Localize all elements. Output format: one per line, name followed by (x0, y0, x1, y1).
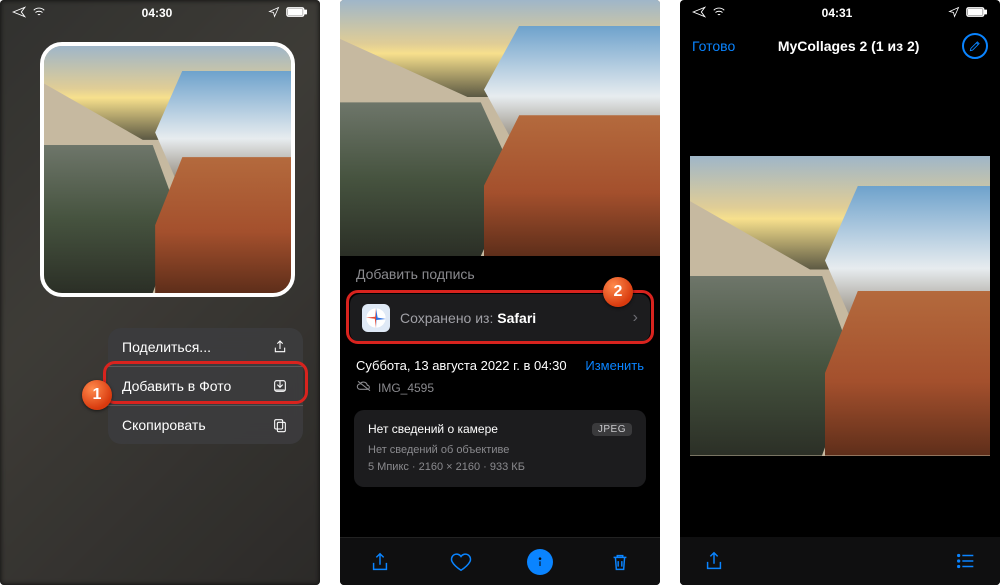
date-row: Суббота, 13 августа 2022 г. в 04:30 Изме… (340, 348, 660, 375)
saved-from-row[interactable]: Сохранено из: Safari › (350, 294, 650, 342)
toolbar-favorite-button[interactable] (447, 548, 475, 576)
menu-label: Скопировать (122, 417, 206, 433)
markup-button[interactable] (962, 33, 988, 59)
status-time: 04:30 (46, 6, 268, 20)
cloud-off-icon (356, 379, 372, 396)
filename-row: IMG_4595 (340, 375, 660, 406)
lens-info: Нет сведений об объективе (368, 442, 632, 459)
filename-text: IMG_4595 (378, 381, 434, 395)
edit-date-button[interactable]: Изменить (585, 358, 644, 373)
file-title: MyCollages 2 (1 из 2) (778, 38, 920, 54)
nav-bar: Готово MyCollages 2 (1 из 2) (680, 26, 1000, 66)
battery-icon (286, 6, 308, 21)
toolbar-delete-button[interactable] (606, 548, 634, 576)
chevron-right-icon: › (633, 309, 638, 327)
saved-from-text: Сохранено из: Safari (400, 310, 623, 326)
wifi-icon (32, 5, 46, 22)
preview-main-area[interactable] (680, 66, 1000, 585)
image-preview-thumbnail[interactable] (40, 42, 295, 297)
status-bar: 04:31 (680, 0, 1000, 26)
menu-item-add-to-photos[interactable]: Добавить в Фото (108, 367, 303, 406)
location-icon (948, 6, 960, 21)
bottom-toolbar (340, 537, 660, 585)
airplane-mode-icon (12, 5, 26, 22)
safari-icon (362, 304, 390, 332)
status-time: 04:31 (726, 6, 948, 20)
toolbar-share-button[interactable] (700, 547, 728, 575)
location-icon (268, 6, 280, 21)
menu-label: Добавить в Фото (122, 378, 231, 394)
photo-viewer-image[interactable] (340, 0, 660, 256)
context-menu: Поделиться... Добавить в Фото Скопироват… (108, 328, 303, 444)
status-bar: 04:30 (0, 0, 320, 26)
bottom-toolbar (680, 537, 1000, 585)
camera-info-title: Нет сведений о камере (368, 422, 498, 436)
copy-icon (271, 416, 289, 434)
toolbar-share-button[interactable] (366, 548, 394, 576)
screen-3-files-preview: 04:31 Готово MyCollages 2 (1 из 2) (680, 0, 1000, 585)
saved-from-app: Safari (497, 310, 536, 326)
menu-label: Поделиться... (122, 339, 211, 355)
format-badge: JPEG (592, 423, 632, 436)
share-icon (271, 338, 289, 356)
photo-date: Суббота, 13 августа 2022 г. в 04:30 (356, 358, 567, 373)
menu-item-share[interactable]: Поделиться... (108, 328, 303, 367)
toolbar-list-button[interactable] (952, 547, 980, 575)
airplane-mode-icon (692, 5, 706, 22)
annotation-badge-2: 2 (603, 277, 633, 307)
saved-from-prefix: Сохранено из: (400, 310, 497, 326)
preview-image (690, 156, 990, 456)
download-to-photos-icon (271, 377, 289, 395)
toolbar-info-button-active[interactable] (527, 549, 553, 575)
screen-2-photo-info: Добавить подпись Сохранено из: Safari › … (340, 0, 660, 585)
annotation-badge-1: 1 (82, 380, 112, 410)
wifi-icon (712, 5, 726, 22)
screen-1-context-menu: 04:30 Поделиться... Добавить в Фото (0, 0, 320, 585)
battery-icon (966, 6, 988, 21)
meta-line: 5 Мпикс · 2160 × 2160 · 933 КБ (368, 459, 632, 476)
menu-item-copy[interactable]: Скопировать (108, 406, 303, 444)
camera-info-card: Нет сведений о камере JPEG Нет сведений … (354, 410, 646, 487)
done-button[interactable]: Готово (692, 38, 735, 54)
